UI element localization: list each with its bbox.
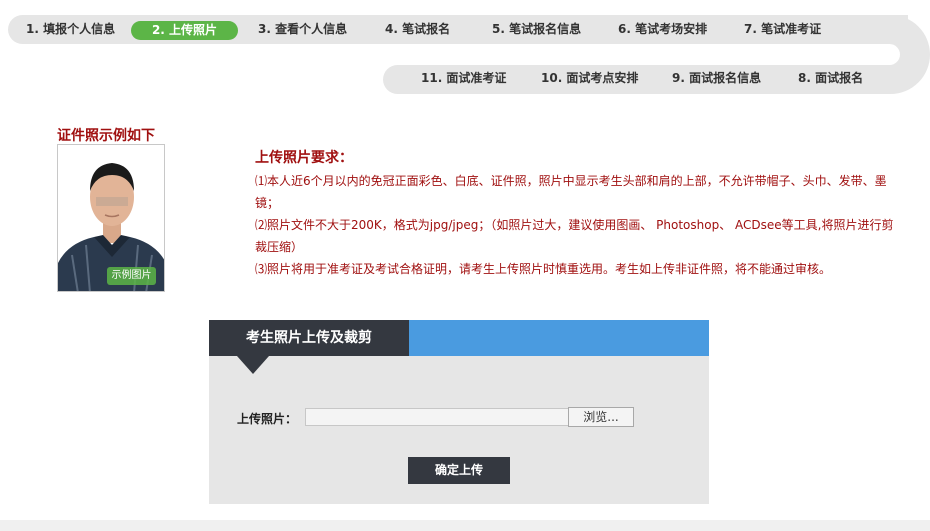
panel-title-pointer [237, 356, 269, 374]
confirm-upload-button[interactable]: 确定上传 [408, 457, 510, 484]
requirement-item: ⑶照片将用于准考证及考试合格证明，请考生上传照片时慎重选用。考生如上传非证件照，… [255, 262, 832, 276]
upload-panel: 考生照片上传及裁剪 上传照片： 浏览... 确定上传 [209, 320, 709, 504]
step-written-room[interactable]: 6. 笔试考场安排 [618, 20, 707, 39]
requirement-item: ⑴本人近6个月以内的免冠正面彩色、白底、证件照，照片中显示考生头部和肩的上部，不… [255, 174, 887, 210]
sample-badge: 示例图片 [107, 267, 156, 285]
sample-photo-title: 证件照示例如下 [57, 128, 155, 144]
step-fill-info[interactable]: 1. 填报个人信息 [26, 20, 115, 39]
browse-button[interactable]: 浏览... [568, 407, 634, 427]
footer-strip [0, 520, 930, 531]
step-written-signup[interactable]: 4. 笔试报名 [385, 20, 450, 39]
step-interview-signup-info[interactable]: 9. 面试报名信息 [672, 69, 761, 88]
step-view-info[interactable]: 3. 查看个人信息 [258, 20, 347, 39]
step-interview-ticket[interactable]: 11. 面试准考证 [421, 69, 506, 88]
requirements-title: 上传照片要求： [255, 150, 353, 166]
requirement-item: ⑵照片文件不大于200K，格式为jpg/jpeg；（如照片过大，建议使用图画、 … [255, 218, 894, 254]
requirements-list: ⑴本人近6个月以内的免冠正面彩色、白底、证件照，照片中显示考生头部和肩的上部，不… [255, 170, 905, 280]
step-upload-photo[interactable]: 2. 上传照片 [131, 21, 238, 40]
step-interview-signup[interactable]: 8. 面试报名 [798, 69, 863, 88]
step-track-curve-gap [858, 44, 900, 65]
sample-photo: 示例图片 [57, 144, 165, 292]
step-written-signup-info[interactable]: 5. 笔试报名信息 [492, 20, 581, 39]
upload-photo-label: 上传照片： [237, 412, 298, 426]
step-written-ticket[interactable]: 7. 笔试准考证 [744, 20, 821, 39]
step-interview-site[interactable]: 10. 面试考点安排 [541, 69, 638, 88]
file-path-input[interactable] [305, 408, 569, 426]
panel-title: 考生照片上传及裁剪 [209, 320, 409, 356]
